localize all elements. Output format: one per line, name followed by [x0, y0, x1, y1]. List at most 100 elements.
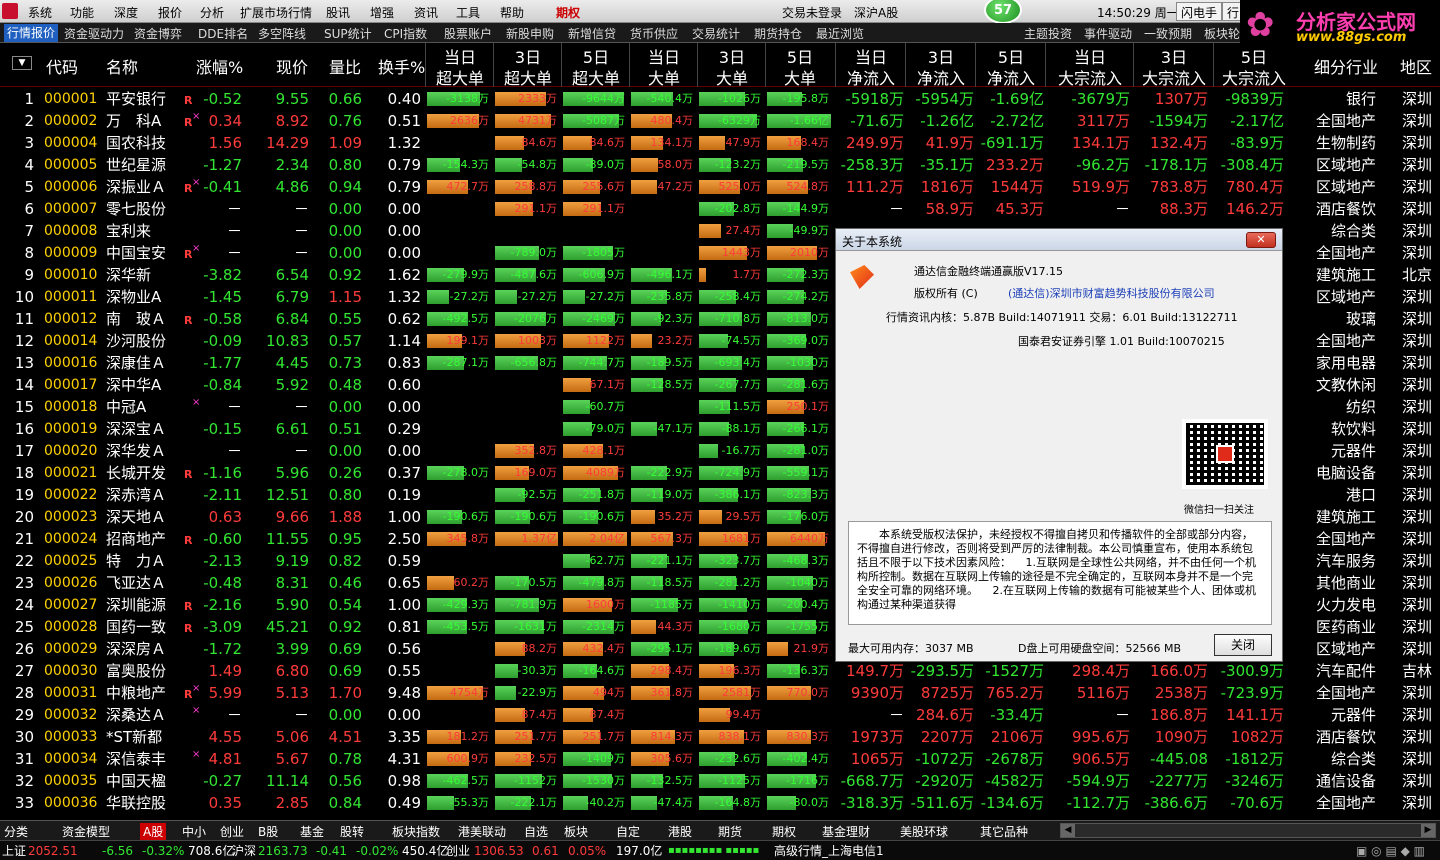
table-row[interactable]: 32 000035 中国天楹 -0.27 11.14 0.56 0.98 -462.5万 -11…	[0, 770, 1440, 792]
stock-name[interactable]: 中国天楹	[106, 770, 166, 792]
col-flow-type-3[interactable]: 大单	[630, 65, 698, 89]
bottom-tab-1[interactable]: 资金模型	[62, 823, 110, 840]
bottom-tab-10[interactable]: 自选	[524, 823, 548, 840]
close-button[interactable]: 关闭	[1214, 634, 1272, 656]
bottom-tab-15[interactable]: 期权	[772, 823, 796, 840]
stock-code[interactable]: 000008	[44, 220, 97, 242]
table-row[interactable]: 1 000001 平安银行 R -0.52 9.55 0.66 0.40 -3138万 2333万…	[0, 88, 1440, 110]
bottom-tab-18[interactable]: 其它品种	[980, 823, 1028, 840]
table-row[interactable]: 2 000002 万 科A R × 0.34 8.92 0.76 0.51 2636万 4731万 -…	[0, 110, 1440, 132]
tab-right-3[interactable]: 板块轮	[1204, 25, 1240, 42]
tab-13[interactable]: 最近浏览	[816, 25, 864, 42]
scroll-left-icon[interactable]: ◀	[1061, 824, 1075, 837]
stock-name[interactable]: 深振业Ａ	[106, 176, 166, 198]
tab-right-1[interactable]: 事件驱动	[1084, 25, 1132, 42]
data-feed[interactable]: 高级行情_上海电信1	[774, 841, 884, 860]
table-row[interactable]: 30 000033 *ST新都 4.55 5.06 4.51 3.35 181.2万 251.7…	[0, 726, 1440, 748]
bottom-tab-11[interactable]: 板块	[564, 823, 588, 840]
tab-7[interactable]: 股票账户	[444, 25, 492, 42]
col-flow-type-5[interactable]: 大单	[766, 65, 834, 89]
stock-code[interactable]: 000005	[44, 154, 97, 176]
menu-options[interactable]: 期权	[556, 4, 580, 21]
col-vol-ratio[interactable]: 量比	[329, 54, 361, 78]
stock-code[interactable]: 000016	[44, 352, 97, 374]
notification-badge[interactable]: 57	[984, 0, 1022, 24]
col-flow-type-4[interactable]: 大单	[698, 65, 766, 89]
table-row[interactable]: 6 000007 零七股份 － － 0.00 0.00 291.1万 291.1万 -202.8万…	[0, 198, 1440, 220]
menu-info[interactable]: 资讯	[414, 4, 438, 21]
table-row[interactable]: 3 000004 国农科技 1.56 14.29 1.09 1.32 84.6万 84.6万 13…	[0, 132, 1440, 154]
stock-code[interactable]: 000026	[44, 572, 97, 594]
stock-name[interactable]: 深深房Ａ	[106, 638, 166, 660]
stock-name[interactable]: 深中华A	[106, 374, 161, 396]
tab-right-0[interactable]: 主题投资	[1024, 25, 1072, 42]
bottom-tab-5[interactable]: B股	[258, 823, 278, 840]
menu-depth[interactable]: 深度	[114, 4, 138, 21]
bottom-tab-14[interactable]: 期货	[718, 823, 742, 840]
stock-code[interactable]: 000006	[44, 176, 97, 198]
menu-ext-market[interactable]: 扩展市场行情	[240, 4, 312, 21]
col-chg[interactable]: 涨幅%	[196, 54, 243, 78]
menu-analysis[interactable]: 分析	[200, 4, 224, 21]
stock-name[interactable]: 深圳能源	[106, 594, 166, 616]
stock-code[interactable]: 000001	[44, 88, 97, 110]
stock-name[interactable]: 零七股份	[106, 198, 166, 220]
menu-quote[interactable]: 报价	[158, 4, 182, 21]
stock-name[interactable]: 长城开发	[106, 462, 166, 484]
stock-code[interactable]: 000022	[44, 484, 97, 506]
scroll-right-icon[interactable]: ▶	[1421, 824, 1435, 837]
col-region[interactable]: 地区	[1400, 54, 1432, 78]
menu-help[interactable]: 帮助	[500, 4, 524, 21]
stock-name[interactable]: 深康佳Ａ	[106, 352, 166, 374]
stock-name[interactable]: 深桑达Ａ	[106, 704, 166, 726]
bottom-tab-12[interactable]: 自定	[616, 823, 640, 840]
stock-code[interactable]: 000010	[44, 264, 97, 286]
menu-function[interactable]: 功能	[70, 4, 94, 21]
stock-name[interactable]: 平安银行	[106, 88, 166, 110]
tab-1[interactable]: 资金驱动力	[64, 25, 124, 42]
stock-name[interactable]: 中粮地产	[106, 682, 166, 704]
col-flow-type-11[interactable]: 大宗流入	[1214, 65, 1294, 89]
table-row[interactable]: 33 000036 华联控股 0.35 2.85 0.84 0.49 -55.3万 -222.1…	[0, 792, 1440, 814]
stock-code[interactable]: 000025	[44, 550, 97, 572]
flash-trade-button[interactable]: 闪电手	[1176, 2, 1223, 21]
stock-name[interactable]: 中国宝安	[106, 242, 166, 264]
table-row[interactable]: 5 000006 深振业Ａ R × -0.41 4.86 0.94 0.79 472.7万 258.…	[0, 176, 1440, 198]
stock-name[interactable]: 深天地Ａ	[106, 506, 166, 528]
stock-code[interactable]: 000011	[44, 286, 97, 308]
tab-8[interactable]: 新股申购	[506, 25, 554, 42]
tab-9[interactable]: 新增信贷	[568, 25, 616, 42]
stock-code[interactable]: 000009	[44, 242, 97, 264]
tab-right-2[interactable]: 一致预期	[1144, 25, 1192, 42]
stock-name[interactable]: 深华新	[106, 264, 151, 286]
bottom-tab-4[interactable]: 创业	[220, 823, 244, 840]
stock-code[interactable]: 000017	[44, 374, 97, 396]
tab-3[interactable]: DDE排名	[198, 25, 248, 42]
col-flow-type-0[interactable]: 超大单	[426, 65, 494, 89]
stock-code[interactable]: 000035	[44, 770, 97, 792]
bottom-tab-2[interactable]: A股	[140, 823, 167, 840]
col-flow-type-9[interactable]: 大宗流入	[1046, 65, 1134, 89]
col-flow-type-2[interactable]: 超大单	[562, 65, 630, 89]
sort-menu-icon[interactable]: ▼	[12, 56, 32, 70]
bottom-tab-6[interactable]: 基金	[300, 823, 324, 840]
tab-2[interactable]: 资金博弈	[134, 25, 182, 42]
table-row[interactable]: 28 000031 中粮地产 R × 5.99 5.13 1.70 9.48 4754万 -22.9…	[0, 682, 1440, 704]
stock-code[interactable]: 000023	[44, 506, 97, 528]
stock-name[interactable]: 飞亚达Ａ	[106, 572, 166, 594]
table-row[interactable]: 27 000030 富奥股份 1.49 6.80 0.69 0.55 -30.3万 -164.6…	[0, 660, 1440, 682]
stock-code[interactable]: 000007	[44, 198, 97, 220]
stock-code[interactable]: 000018	[44, 396, 97, 418]
stock-code[interactable]: 000027	[44, 594, 97, 616]
col-flow-type-7[interactable]: 净流入	[906, 65, 976, 89]
bottom-tab-9[interactable]: 港美联动	[458, 823, 506, 840]
dialog-titlebar[interactable]: 关于本系统 ✕	[836, 229, 1282, 251]
col-industry[interactable]: 细分行业	[1314, 54, 1378, 78]
stock-code[interactable]: 000002	[44, 110, 97, 132]
horizontal-scrollbar[interactable]: ◀ ▶	[1060, 823, 1436, 838]
menu-tools[interactable]: 工具	[456, 4, 480, 21]
tab-4[interactable]: 多空阵线	[258, 25, 306, 42]
table-row[interactable]: 4 000005 世纪星源 -1.27 2.34 0.80 0.79 -154.3万 -54.8…	[0, 154, 1440, 176]
col-price[interactable]: 现价	[276, 54, 308, 78]
stock-name[interactable]: 特 力Ａ	[106, 550, 166, 572]
